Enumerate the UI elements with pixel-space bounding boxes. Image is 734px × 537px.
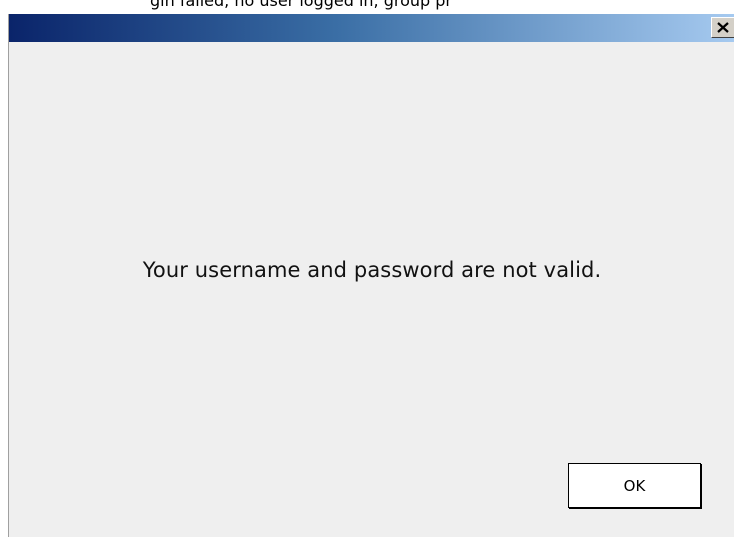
close-x-icon (717, 22, 729, 33)
ok-button[interactable]: OK (568, 463, 701, 508)
close-button[interactable] (711, 17, 734, 38)
background-header-text: gin failed, no user logged in, group pr (150, 0, 453, 10)
error-dialog: Your username and password are not valid… (8, 14, 734, 537)
dialog-titlebar[interactable] (9, 14, 734, 42)
error-message: Your username and password are not valid… (142, 258, 602, 282)
background-window-header: gin failed, no user logged in, group pr (0, 0, 734, 14)
